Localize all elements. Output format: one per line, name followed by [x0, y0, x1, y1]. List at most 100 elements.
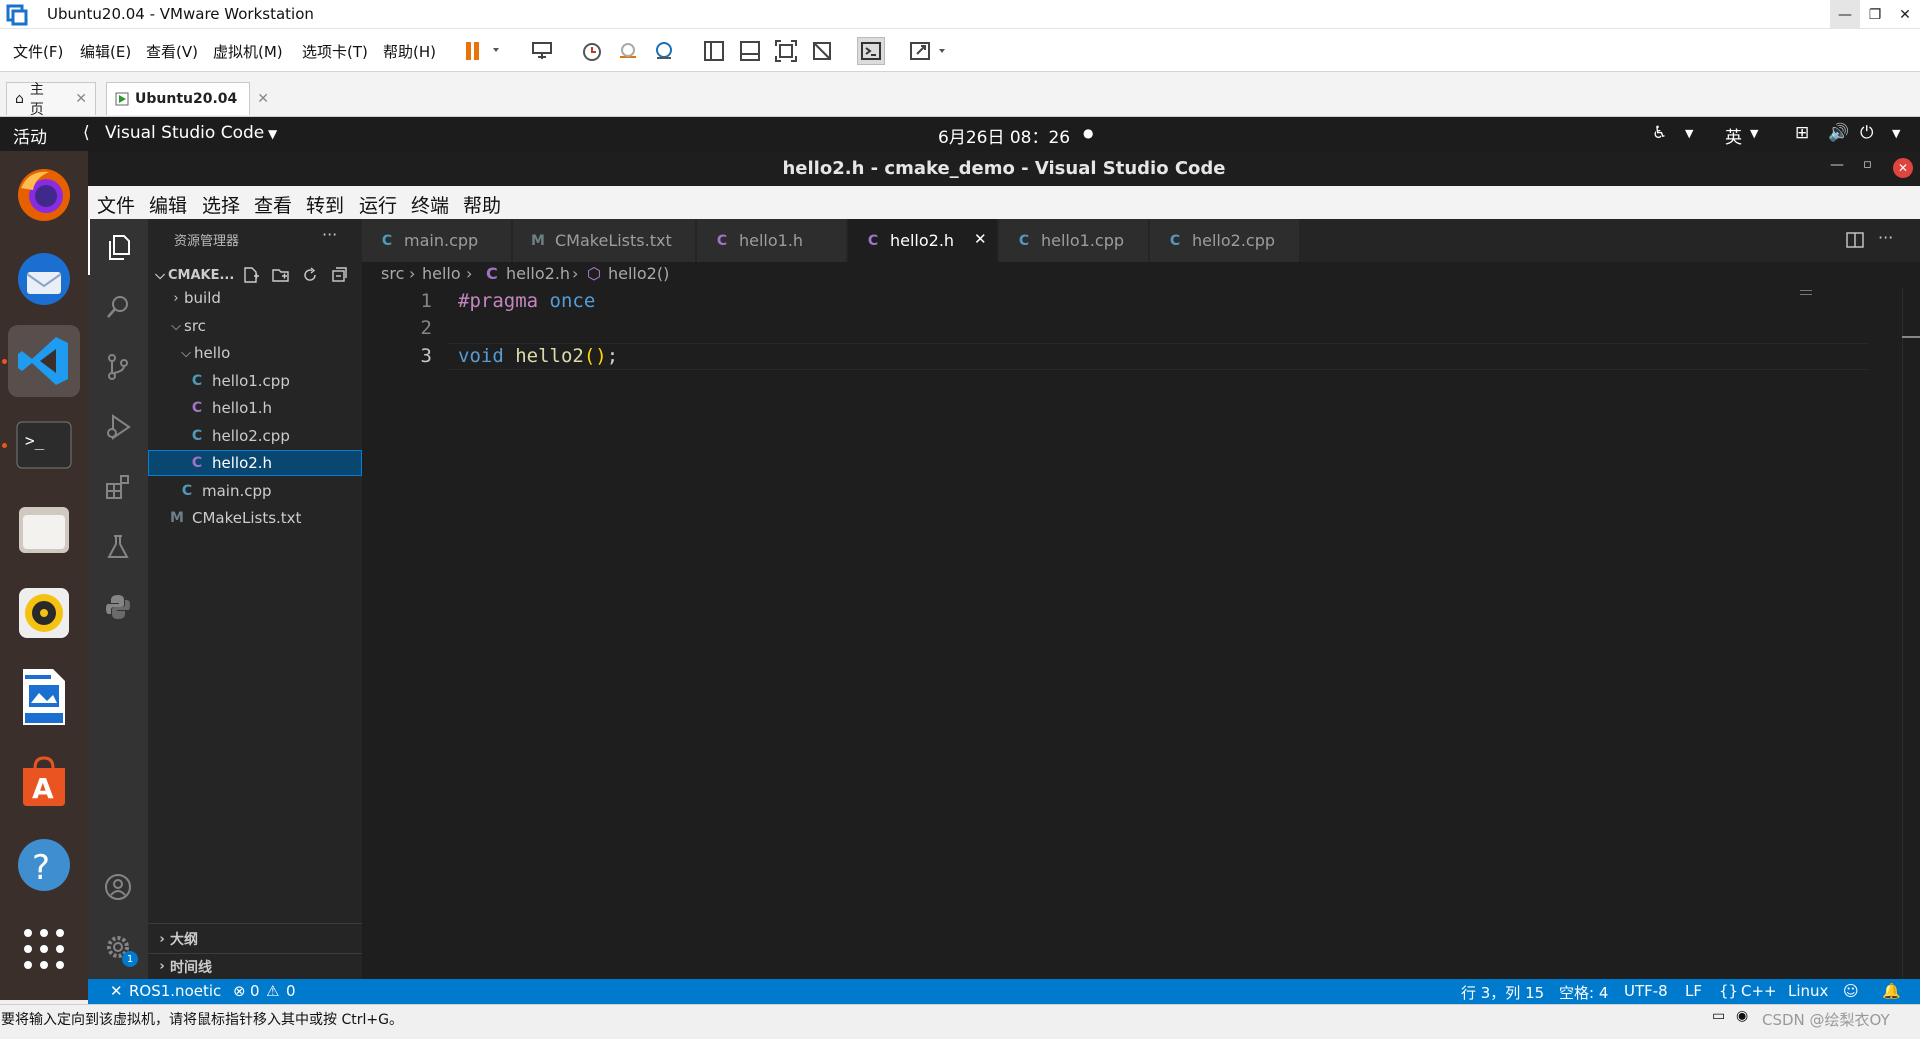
- menu-help[interactable]: 帮助: [463, 191, 501, 218]
- vm-menu-help[interactable]: 帮助(H): [383, 41, 436, 62]
- ubuntu-software-icon[interactable]: A: [8, 745, 80, 817]
- tab-hello1-h[interactable]: C hello1.h: [697, 219, 847, 262]
- tab-hello2-h[interactable]: C hello2.h ✕: [848, 219, 998, 262]
- snapshot-manager-icon[interactable]: [650, 37, 678, 65]
- extensions-icon[interactable]: [88, 459, 148, 515]
- new-file-icon[interactable]: [242, 266, 260, 284]
- error-count[interactable]: 0: [250, 982, 260, 1000]
- menu-selection[interactable]: 选择: [202, 191, 240, 218]
- app-menu[interactable]: Visual Studio Code: [105, 123, 264, 143]
- close-tab-icon[interactable]: ✕: [75, 91, 87, 107]
- new-folder-icon[interactable]: [272, 266, 290, 284]
- testing-icon[interactable]: [88, 519, 148, 575]
- tab-cmakelists[interactable]: M CMakeLists.txt: [513, 219, 696, 262]
- tree-file-main-cpp[interactable]: C main.cpp: [148, 478, 362, 504]
- clock[interactable]: 6月26日 08：26: [938, 123, 1070, 148]
- minimap[interactable]: [1790, 288, 1910, 979]
- close-icon[interactable]: ✕: [1890, 0, 1920, 29]
- revert-snapshot-icon[interactable]: [614, 37, 642, 65]
- vm-menu-file[interactable]: 文件(F): [13, 41, 63, 62]
- tab-home[interactable]: ⌂ 主页 ✕: [6, 82, 96, 118]
- language-status-icon[interactable]: {}: [1719, 982, 1738, 1000]
- unity-icon[interactable]: [808, 37, 836, 65]
- python-icon[interactable]: [88, 579, 148, 635]
- full-screen-icon[interactable]: [772, 37, 800, 65]
- feedback-icon[interactable]: ☺: [1843, 982, 1859, 1000]
- remote-indicator[interactable]: ROS1.noetic: [129, 982, 221, 1000]
- code-editor[interactable]: 1 2 3 #pragma once void hello2();: [362, 288, 1920, 979]
- menu-view[interactable]: 查看: [254, 191, 292, 218]
- menu-go[interactable]: 转到: [306, 191, 344, 218]
- show-applications-icon[interactable]: [8, 913, 80, 985]
- close-icon[interactable]: ✕: [1893, 158, 1913, 178]
- refresh-icon[interactable]: [301, 266, 319, 284]
- breadcrumb-hello[interactable]: hello: [422, 264, 461, 283]
- device-icon[interactable]: ◉: [1736, 1008, 1748, 1024]
- tab-hello1-cpp[interactable]: C hello1.cpp: [999, 219, 1149, 262]
- collapse-all-icon[interactable]: [330, 266, 348, 284]
- app-menu-icon[interactable]: ⟨: [83, 123, 90, 143]
- minimize-icon[interactable]: —: [1830, 157, 1844, 173]
- libreoffice-writer-icon[interactable]: [8, 661, 80, 733]
- pause-button[interactable]: [458, 37, 508, 65]
- outline-section[interactable]: › 大纲: [148, 926, 362, 952]
- maximize-icon[interactable]: ▫: [1863, 157, 1872, 172]
- help-icon[interactable]: ?: [8, 829, 80, 901]
- chevron-down-icon[interactable]: ▼: [1685, 127, 1693, 140]
- close-tab-icon[interactable]: ✕: [974, 230, 987, 248]
- menu-terminal[interactable]: 终端: [411, 191, 449, 218]
- tab-ubuntu[interactable]: Ubuntu20.04 ✕: [106, 82, 269, 115]
- accounts-icon[interactable]: [88, 859, 148, 915]
- console-view-icon[interactable]: [857, 37, 885, 65]
- breadcrumb-symbol[interactable]: hello2(): [608, 264, 669, 283]
- thunderbird-icon[interactable]: [8, 243, 80, 315]
- timeline-section[interactable]: › 时间线: [148, 953, 362, 979]
- language-mode[interactable]: C++: [1741, 982, 1777, 1000]
- vscode-icon[interactable]: [8, 325, 80, 397]
- minimize-icon[interactable]: —: [1830, 0, 1860, 29]
- tab-main-cpp[interactable]: C main.cpp: [362, 219, 512, 262]
- device-icon[interactable]: ▭: [1712, 1008, 1725, 1024]
- vm-menu-view[interactable]: 查看(V): [146, 41, 198, 62]
- thumbnail-bar-icon[interactable]: [736, 37, 764, 65]
- network-icon[interactable]: ⊞: [1795, 123, 1809, 143]
- more-actions-icon[interactable]: ···: [1878, 228, 1893, 247]
- accessibility-icon[interactable]: ♿: [1652, 123, 1667, 143]
- vm-menu-edit[interactable]: 编辑(E): [80, 41, 131, 62]
- notifications-bell-icon[interactable]: 🔔: [1882, 982, 1901, 1000]
- stretch-guest-icon[interactable]: [906, 37, 952, 65]
- files-icon[interactable]: [8, 493, 80, 565]
- tab-hello2-cpp[interactable]: C hello2.cpp: [1150, 219, 1300, 262]
- split-editor-icon[interactable]: [1846, 231, 1864, 249]
- search-icon[interactable]: [88, 279, 148, 335]
- warning-count[interactable]: 0: [286, 982, 296, 1000]
- run-debug-icon[interactable]: [88, 399, 148, 455]
- close-tab-icon[interactable]: ✕: [257, 91, 269, 107]
- send-ctrl-alt-del-icon[interactable]: [528, 37, 556, 65]
- power-icon[interactable]: ⏻: [1860, 123, 1873, 143]
- tree-folder-build[interactable]: › build: [148, 285, 362, 311]
- tree-file-hello1-cpp[interactable]: C hello1.cpp: [148, 368, 362, 394]
- volume-icon[interactable]: 🔊: [1828, 123, 1849, 143]
- chevron-down-icon[interactable]: ▼: [1750, 127, 1758, 140]
- error-icon[interactable]: ⊗: [233, 982, 246, 1000]
- menu-run[interactable]: 运行: [359, 191, 397, 218]
- indentation[interactable]: 空格: 4: [1559, 982, 1608, 1003]
- tree-folder-hello[interactable]: ⌵ hello: [148, 340, 362, 366]
- chevron-down-icon[interactable]: ▼: [268, 127, 277, 141]
- menu-file[interactable]: 文件: [97, 191, 135, 218]
- chevron-down-icon[interactable]: ▼: [1892, 127, 1900, 140]
- tree-file-cmakelists[interactable]: M CMakeLists.txt: [148, 505, 362, 531]
- restore-icon[interactable]: ❐: [1860, 0, 1890, 29]
- remote-indicator-icon[interactable]: ✕: [110, 982, 123, 1000]
- source-control-icon[interactable]: [88, 339, 148, 395]
- tree-file-hello2-h[interactable]: C hello2.h: [148, 450, 362, 476]
- tree-file-hello1-h[interactable]: C hello1.h: [148, 395, 362, 421]
- vm-menu-vm[interactable]: 虚拟机(M): [213, 41, 283, 62]
- sidebar-toggle-icon[interactable]: [700, 37, 728, 65]
- scrollbar-track[interactable]: [1902, 288, 1903, 979]
- more-actions-icon[interactable]: ···: [322, 225, 337, 244]
- platform[interactable]: Linux: [1788, 982, 1828, 1000]
- menu-edit[interactable]: 编辑: [149, 191, 187, 218]
- breadcrumb-src[interactable]: src: [381, 264, 404, 283]
